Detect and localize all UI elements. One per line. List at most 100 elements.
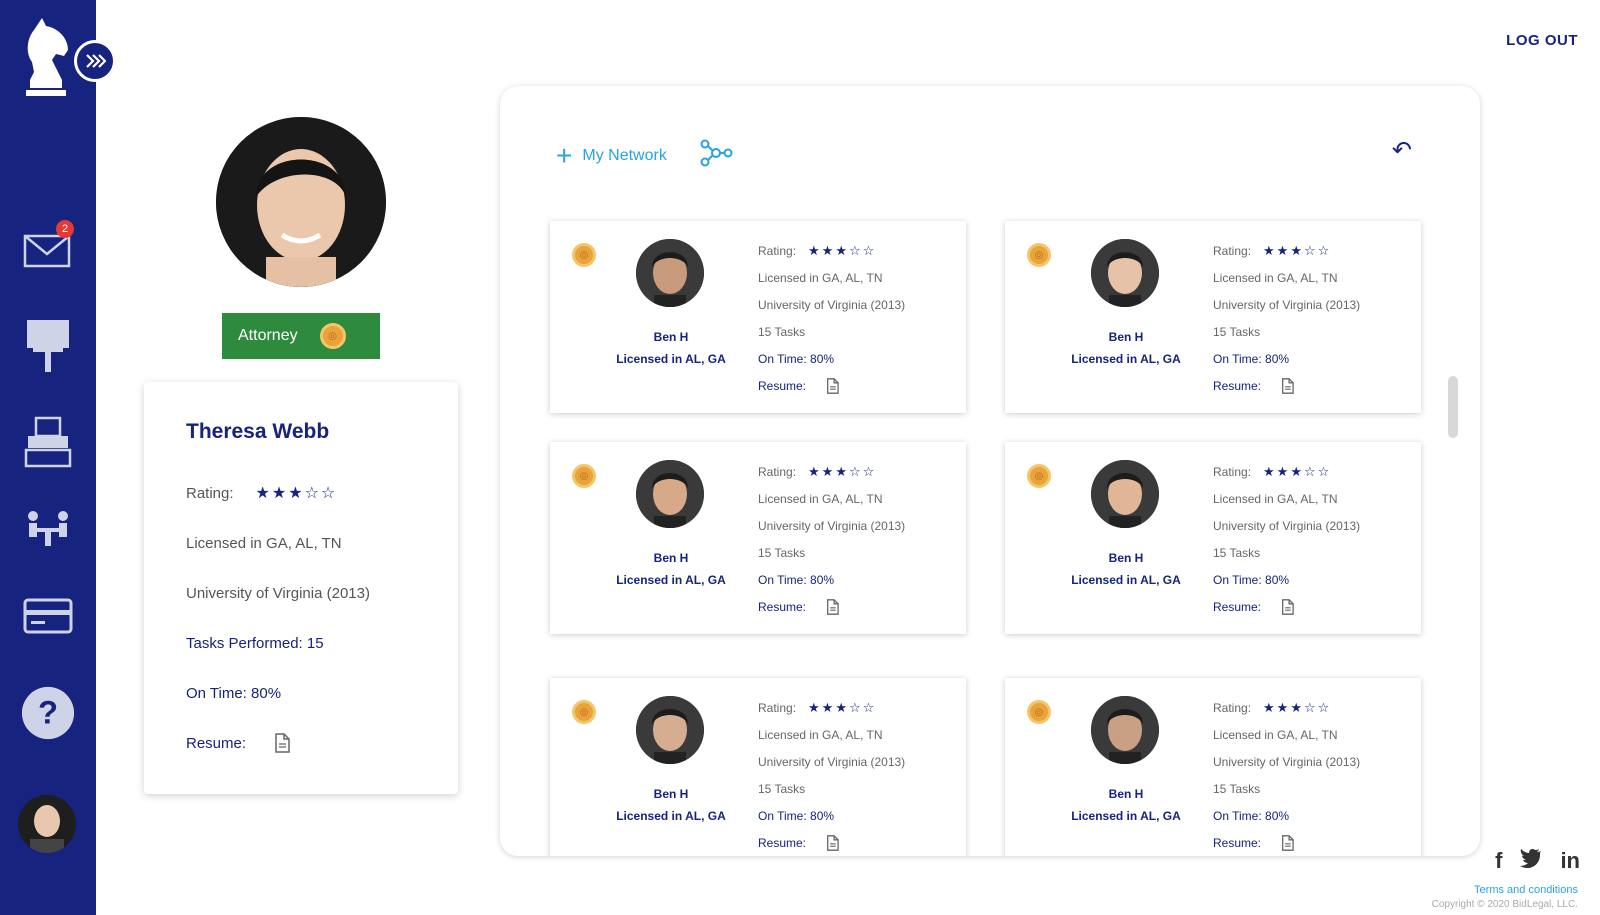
member-details: Rating: ★★★☆☆ Licensed in GA, AL, TN Uni… (758, 458, 905, 620)
star-rating-icon: ★★★☆☆ (808, 463, 877, 479)
profile-card: Theresa Webb Rating: ★★★☆☆ Licensed in G… (144, 382, 458, 794)
resume-label: Resume: (1213, 835, 1262, 850)
member-licensed: Licensed in GA, AL, TN (758, 727, 883, 742)
member-name-block: Ben H Licensed in AL, GA (596, 783, 746, 827)
member-name-block: Ben H Licensed in AL, GA (596, 326, 746, 370)
profile-resume-row: Resume: (186, 718, 416, 768)
member-avatar (636, 239, 704, 307)
network-card[interactable]: ◎ Ben H Licensed in AL, GA Rating: ★★★☆☆ (1005, 442, 1421, 634)
member-name: Ben H (1108, 330, 1144, 344)
network-card[interactable]: ◎ Ben H Licensed in AL, GA Rating: ★★★☆☆ (1005, 221, 1421, 413)
typewriter-icon (24, 416, 72, 468)
document-icon[interactable] (1281, 834, 1294, 851)
member-on-time: On Time: 80% (1213, 351, 1290, 366)
network-panel: + My Network ↶ ◎ Ben H Licensed in AL, G… (500, 86, 1480, 856)
member-avatar-icon (1091, 460, 1159, 528)
member-education: University of Virginia (2013) (1213, 297, 1361, 312)
rating-label: Rating: (758, 464, 797, 479)
member-licensed-short: Licensed in AL, GA (616, 573, 726, 587)
star-rating-icon: ★★★☆☆ (1263, 699, 1332, 715)
add-network-button[interactable]: + (556, 141, 572, 170)
user-avatar[interactable] (18, 795, 76, 853)
member-name-block: Ben H Licensed in AL, GA (1051, 783, 1201, 827)
member-education: University of Virginia (2013) (758, 297, 906, 312)
network-card[interactable]: ◎ Ben H Licensed in AL, GA Rating: ★★★☆☆ (550, 221, 966, 413)
member-avatar-icon (636, 460, 704, 528)
member-rating-row: Rating: ★★★☆☆ (1213, 694, 1360, 721)
member-tasks: 15 Tasks (1213, 781, 1261, 796)
member-tasks: 15 Tasks (758, 781, 806, 796)
member-on-time: On Time: 80% (758, 572, 835, 587)
logout-link[interactable]: LOG OUT (1506, 32, 1578, 49)
sidebar-item-mail[interactable]: 2 (20, 220, 76, 274)
sidebar-item-bid[interactable] (20, 318, 76, 374)
star-rating-icon: ★★★☆☆ (808, 699, 877, 715)
rating-label: Rating: (1213, 700, 1252, 715)
member-licensed-short: Licensed in AL, GA (1071, 573, 1181, 587)
twitter-icon[interactable] (1520, 848, 1542, 874)
member-avatar-icon (1091, 239, 1159, 307)
svg-text:?: ? (38, 694, 58, 731)
member-name: Ben H (1108, 787, 1144, 801)
linkedin-icon[interactable]: in (1560, 848, 1580, 874)
sidebar-item-documents[interactable] (20, 414, 76, 470)
network-title[interactable]: My Network (582, 147, 666, 165)
expand-sidebar-button[interactable] (74, 40, 116, 82)
document-icon[interactable] (274, 733, 290, 753)
member-avatar-icon (636, 696, 704, 764)
resume-label: Resume: (758, 599, 807, 614)
member-rating-row: Rating: ★★★☆☆ (758, 458, 905, 485)
member-avatar-icon (636, 239, 704, 307)
member-name: Ben H (653, 551, 689, 565)
document-icon[interactable] (826, 834, 839, 851)
member-licensed: Licensed in GA, AL, TN (758, 491, 883, 506)
network-graph-icon[interactable] (699, 138, 733, 173)
member-education: University of Virginia (2013) (758, 754, 906, 769)
member-on-time: On Time: 80% (1213, 808, 1290, 823)
sidebar-item-payments[interactable] (20, 596, 76, 636)
member-licensed: Licensed in GA, AL, TN (1213, 491, 1338, 506)
member-education: University of Virginia (2013) (758, 518, 906, 533)
member-resume-row: Resume: (758, 372, 905, 399)
facebook-icon[interactable]: f (1495, 848, 1502, 874)
mail-badge: 2 (56, 220, 74, 238)
member-avatar-icon (1091, 696, 1159, 764)
member-resume-row: Resume: (1213, 593, 1360, 620)
back-arrow-icon[interactable]: ↶ (1392, 136, 1412, 165)
member-rating-row: Rating: ★★★☆☆ (758, 694, 905, 721)
member-name-block: Ben H Licensed in AL, GA (1051, 547, 1201, 591)
payment-card-icon (23, 598, 73, 634)
resume-label: Resume: (758, 835, 807, 850)
coin-icon: ◎ (572, 464, 596, 488)
member-rating-row: Rating: ★★★☆☆ (758, 237, 905, 264)
meeting-icon (28, 511, 68, 546)
resume-label: Resume: (186, 734, 247, 752)
member-avatar (1091, 696, 1159, 764)
network-card[interactable]: ◎ Ben H Licensed in AL, GA Rating: ★★★☆☆ (1005, 678, 1421, 856)
user-avatar-icon (18, 795, 76, 853)
coin-icon: ◎ (572, 243, 596, 267)
rating-label: Rating: (758, 243, 797, 258)
sidebar-item-meetings[interactable] (20, 508, 76, 550)
document-icon[interactable] (1281, 598, 1294, 615)
network-card[interactable]: ◎ Ben H Licensed in AL, GA Rating: ★★★☆☆ (550, 678, 966, 856)
attorney-role-button[interactable]: Attorney ◎ (222, 313, 380, 359)
document-icon[interactable] (826, 598, 839, 615)
terms-link[interactable]: Terms and conditions (1474, 884, 1578, 896)
scrollbar-thumb[interactable] (1448, 376, 1458, 438)
profile-tasks: Tasks Performed: 15 (186, 634, 324, 652)
document-icon[interactable] (826, 377, 839, 394)
document-icon[interactable] (1281, 377, 1294, 394)
member-licensed-short: Licensed in AL, GA (616, 809, 726, 823)
knight-logo-icon[interactable] (18, 10, 74, 100)
bid-sign-icon (27, 320, 69, 372)
member-resume-row: Resume: (1213, 372, 1360, 399)
network-card[interactable]: ◎ Ben H Licensed in AL, GA Rating: ★★★☆☆ (550, 442, 966, 634)
member-avatar (636, 696, 704, 764)
sidebar-item-help[interactable]: ? (20, 684, 76, 742)
rating-label: Rating: (1213, 243, 1252, 258)
help-icon: ? (21, 686, 75, 740)
profile-licensed: Licensed in GA, AL, TN (186, 534, 342, 552)
star-rating-icon: ★★★☆☆ (1263, 242, 1332, 258)
member-tasks: 15 Tasks (1213, 545, 1261, 560)
